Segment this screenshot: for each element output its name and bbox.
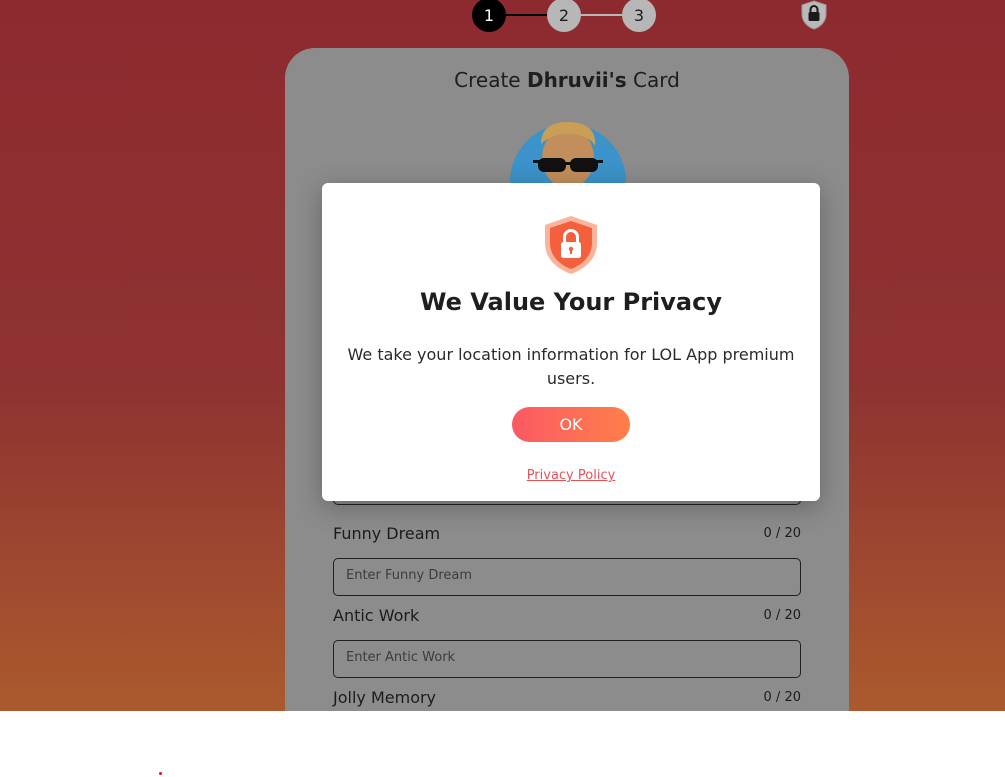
privacy-lock-icon[interactable] [800, 0, 828, 30]
shield-lock-icon [543, 215, 599, 275]
ok-button[interactable]: OK [512, 407, 630, 442]
antic-work-input[interactable]: Enter Antic Work [333, 640, 801, 678]
privacy-policy-link[interactable]: Privacy Policy [322, 468, 820, 483]
modal-title: We Value Your Privacy [420, 288, 722, 316]
card-title-name: Dhruvii's [526, 68, 627, 92]
card-title: Create Dhruvii's Card [285, 68, 849, 92]
modal-message: We take your location information for LO… [347, 345, 795, 388]
char-counter: 0 / 20 [763, 690, 801, 705]
card-title-suffix: Card [633, 68, 680, 92]
field-label: Antic Work [333, 606, 420, 625]
avatar [507, 120, 629, 190]
funny-dream-input[interactable]: Enter Funny Dream [333, 558, 801, 596]
input-placeholder: Enter Antic Work [346, 650, 456, 665]
field-label: Funny Dream [333, 524, 441, 543]
card-title-prefix: Create [454, 68, 521, 92]
field-label: Jolly Memory [333, 688, 437, 707]
cursor-dot [159, 772, 162, 775]
bottom-white-area [0, 711, 1005, 777]
progress-stepper: 1 2 3 [472, 0, 658, 32]
char-counter: 0 / 20 [763, 526, 801, 541]
step-2[interactable]: 2 [547, 0, 581, 32]
step-1[interactable]: 1 [472, 0, 506, 32]
step-3[interactable]: 3 [622, 0, 656, 32]
input-placeholder: Enter Funny Dream [346, 568, 473, 583]
char-counter: 0 / 20 [763, 608, 801, 623]
privacy-modal: We Value Your Privacy We take your locat… [322, 183, 820, 501]
